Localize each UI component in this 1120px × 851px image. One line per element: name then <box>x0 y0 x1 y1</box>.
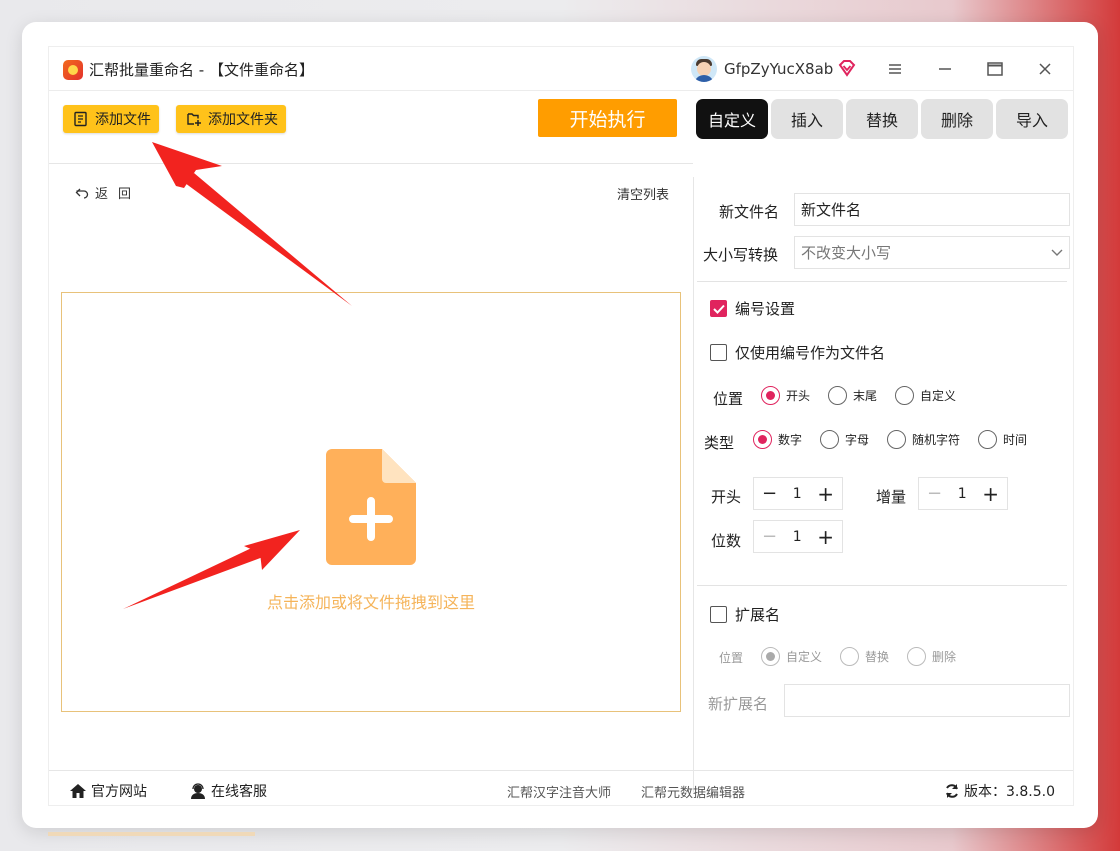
numbering-checkbox[interactable]: 编号设置 <box>710 298 795 319</box>
mode-tabs: 自定义 插入 替换 删除 导入 <box>696 99 1068 139</box>
start-number-label: 开头 <box>711 488 742 506</box>
home-icon <box>70 784 86 798</box>
support-link[interactable]: 在线客服 <box>189 781 267 801</box>
increment-button[interactable]: + <box>817 525 834 549</box>
only-number-label: 仅使用编号作为文件名 <box>735 344 886 362</box>
type-radio-random[interactable]: 随机字符 <box>887 430 960 449</box>
digits-label: 位数 <box>711 532 742 550</box>
type-radio-letter[interactable]: 字母 <box>820 430 869 449</box>
folder-add-icon <box>187 113 201 126</box>
refresh-icon <box>946 784 958 798</box>
type-radio-group: 数字 字母 随机字符 时间 <box>753 430 1045 449</box>
back-button[interactable]: 返回 <box>75 183 141 202</box>
only-number-checkbox[interactable]: 仅使用编号作为文件名 <box>710 342 885 363</box>
tab-insert[interactable]: 插入 <box>771 99 843 139</box>
app-frame: 汇帮批量重命名 - 【文件重命名】 GfpZyYucX8ab 添加文件 添加文件… <box>48 46 1074 806</box>
case-select-value: 不改变大小写 <box>801 244 892 262</box>
type-radio-number[interactable]: 数字 <box>753 430 802 449</box>
headset-user-icon <box>191 783 205 799</box>
chevron-down-icon <box>1051 249 1063 256</box>
undo-arrow-icon <box>75 188 89 199</box>
decrement-button[interactable]: − <box>762 483 777 504</box>
position-label: 位置 <box>713 390 744 408</box>
close-icon[interactable] <box>1033 58 1057 80</box>
tab-replace[interactable]: 替换 <box>846 99 918 139</box>
add-file-button[interactable]: 添加文件 <box>63 105 159 133</box>
add-file-label: 添加文件 <box>95 112 151 128</box>
position-radio-end[interactable]: 末尾 <box>828 386 877 405</box>
metadata-editor-link[interactable]: 汇帮元数据编辑器 <box>641 782 745 801</box>
file-drop-zone[interactable]: 点击添加或将文件拖拽到这里 <box>61 292 681 712</box>
app-logo-icon <box>63 60 83 80</box>
digits-value: 1 <box>792 528 802 545</box>
extension-checkbox[interactable]: 扩展名 <box>710 604 780 625</box>
checkbox-unchecked-icon <box>710 344 727 361</box>
increment-button[interactable]: + <box>817 482 834 506</box>
start-number-value: 1 <box>792 485 802 502</box>
digits-stepper[interactable]: − 1 + <box>753 520 843 553</box>
type-radio-time[interactable]: 时间 <box>978 430 1027 449</box>
section-divider <box>697 281 1067 282</box>
back-label: 返回 <box>95 187 142 202</box>
checkbox-checked-icon <box>710 300 727 317</box>
new-name-label: 新文件名 <box>719 203 780 221</box>
case-select[interactable]: 不改变大小写 <box>794 236 1070 269</box>
position-radio-group: 开头 末尾 自定义 <box>761 386 974 405</box>
version-info[interactable]: 版本：3.8.5.0 <box>944 781 1055 801</box>
new-ext-label: 新扩展名 <box>708 695 769 713</box>
tab-delete[interactable]: 删除 <box>921 99 993 139</box>
new-ext-input[interactable] <box>784 684 1070 717</box>
clear-list-button[interactable]: 清空列表 <box>617 184 669 203</box>
footer-bar: 官方网站 在线客服 汇帮汉字注音大师 汇帮元数据编辑器 版本：3.8.5.0 <box>49 770 1073 807</box>
file-add-icon <box>326 449 416 565</box>
increment-value: 1 <box>957 485 967 502</box>
title-bar: 汇帮批量重命名 - 【文件重命名】 GfpZyYucX8ab <box>49 47 1073 91</box>
type-label: 类型 <box>704 434 735 452</box>
add-folder-label: 添加文件夹 <box>208 112 278 128</box>
menu-icon[interactable] <box>883 58 907 80</box>
start-button[interactable]: 开始执行 <box>538 99 677 137</box>
section-divider <box>697 585 1067 586</box>
increment-stepper[interactable]: − 1 + <box>918 477 1008 510</box>
add-folder-button[interactable]: 添加文件夹 <box>176 105 286 133</box>
list-header-divider <box>49 163 693 164</box>
increment-label: 增量 <box>876 488 907 506</box>
decrement-button[interactable]: − <box>762 526 777 547</box>
extension-label: 扩展名 <box>735 606 781 624</box>
progress-strip <box>48 832 255 836</box>
user-avatar[interactable] <box>691 56 717 82</box>
numbering-label: 编号设置 <box>735 300 796 318</box>
tab-custom[interactable]: 自定义 <box>696 99 768 139</box>
hanzi-pinyin-link[interactable]: 汇帮汉字注音大师 <box>507 782 611 801</box>
app-window: 汇帮批量重命名 - 【文件重命名】 GfpZyYucX8ab 添加文件 添加文件… <box>22 22 1098 828</box>
ext-radio-delete[interactable]: 删除 <box>907 647 956 666</box>
username[interactable]: GfpZyYucX8ab <box>724 60 833 78</box>
ext-radio-group: 自定义 替换 删除 <box>761 647 974 666</box>
window-title: 汇帮批量重命名 - 【文件重命名】 <box>89 61 314 79</box>
minimize-icon[interactable] <box>933 58 957 80</box>
position-radio-custom[interactable]: 自定义 <box>895 386 956 405</box>
case-label: 大小写转换 <box>703 246 779 264</box>
start-number-stepper[interactable]: − 1 + <box>753 477 843 510</box>
ext-radio-replace[interactable]: 替换 <box>840 647 889 666</box>
settings-panel: 新文件名 新文件名 大小写转换 不改变大小写 编号设置 仅使用编号作为文件名 位… <box>694 177 1075 792</box>
ext-position-label: 位置 <box>719 651 744 665</box>
increment-button[interactable]: + <box>982 482 999 506</box>
position-radio-start[interactable]: 开头 <box>761 386 810 405</box>
checkbox-unchecked-icon <box>710 606 727 623</box>
file-list-icon <box>74 111 87 127</box>
tab-import[interactable]: 导入 <box>996 99 1068 139</box>
website-link[interactable]: 官方网站 <box>69 781 147 801</box>
ext-radio-custom[interactable]: 自定义 <box>761 647 822 666</box>
drop-hint: 点击添加或将文件拖拽到这里 <box>266 593 475 612</box>
vip-diamond-icon[interactable] <box>837 58 857 78</box>
new-name-input[interactable]: 新文件名 <box>794 193 1070 226</box>
decrement-button[interactable]: − <box>927 483 942 504</box>
maximize-icon[interactable] <box>983 58 1007 80</box>
